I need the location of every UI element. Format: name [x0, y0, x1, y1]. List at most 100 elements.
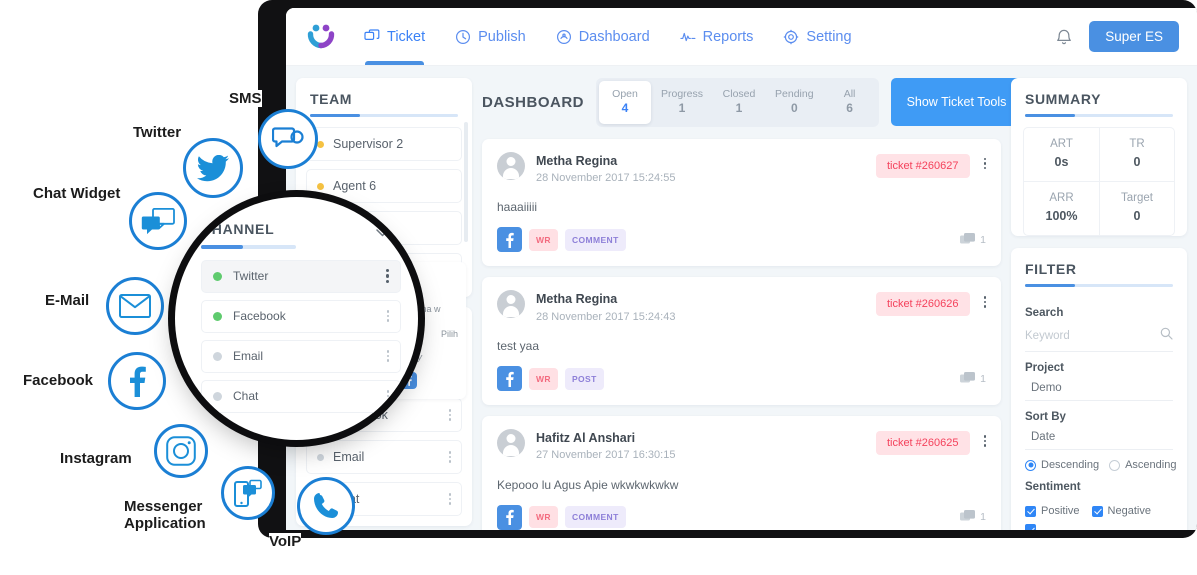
- magnified-channel-row-twitter[interactable]: Twitter: [201, 259, 401, 293]
- channel-menu-icon[interactable]: [386, 350, 389, 362]
- sentiment-label: Sentiment: [1025, 481, 1081, 493]
- summary-metric-art: ART 0s: [1024, 128, 1099, 181]
- status-tab-count: 6: [846, 101, 853, 116]
- ticket-id-badge[interactable]: ticket #260627: [875, 153, 970, 178]
- page-title: DASHBOARD: [482, 93, 584, 111]
- magnified-channel-row-email[interactable]: Email: [201, 339, 401, 373]
- nav-tab-reports[interactable]: Reports: [679, 8, 754, 65]
- project-field[interactable]: Demo: [1025, 379, 1173, 401]
- nav-tab-label: Reports: [702, 28, 754, 45]
- user-account-button[interactable]: Super ES: [1089, 21, 1179, 52]
- checkbox-label: Positive: [1041, 505, 1080, 517]
- smiley-logo[interactable]: [304, 20, 338, 54]
- chevron-down-icon[interactable]: [376, 224, 389, 237]
- status-dot-away: [317, 140, 324, 148]
- ticket-author-block: Metha Regina 28 November 2017 15:24:55: [536, 152, 675, 187]
- status-tab-count: 1: [735, 101, 743, 116]
- ticket-timestamp: 28 November 2017 15:24:43: [536, 310, 676, 323]
- ticket-menu-icon[interactable]: [983, 435, 986, 447]
- radio-descending[interactable]: Descending: [1025, 459, 1099, 471]
- channel-menu-icon[interactable]: [448, 409, 451, 421]
- ticket-comment-count: 1: [960, 371, 986, 386]
- facebook-icon[interactable]: [497, 366, 522, 392]
- checkbox-icon-checked: [1025, 524, 1036, 530]
- nav-tab-setting[interactable]: Setting: [783, 8, 852, 65]
- status-tab-pending[interactable]: Pending 0: [767, 81, 822, 124]
- callout-label-twitter: Twitter: [133, 124, 182, 142]
- messenger-icon[interactable]: [221, 466, 275, 520]
- ticket-tag-type[interactable]: POST: [564, 367, 604, 390]
- sort-by-field[interactable]: Date: [1025, 428, 1173, 450]
- channel-name: Email: [333, 450, 365, 464]
- channel-menu-icon[interactable]: [386, 390, 389, 402]
- instagram-icon[interactable]: [154, 424, 208, 478]
- nav-tab-dashboard[interactable]: Dashboard: [556, 8, 650, 65]
- status-dot-online: [213, 271, 222, 281]
- ticket-author: Metha Regina: [536, 292, 618, 307]
- facebook-icon[interactable]: [497, 227, 522, 253]
- channel-menu-icon[interactable]: [386, 310, 389, 322]
- radio-ascending[interactable]: Ascending: [1109, 459, 1176, 471]
- ticket-tag-priority[interactable]: WR: [529, 367, 558, 390]
- comment-count-value: 1: [980, 233, 986, 246]
- channel-menu-icon[interactable]: [448, 451, 451, 463]
- team-member-row[interactable]: Supervisor 2: [306, 127, 462, 161]
- chat-icon[interactable]: [129, 192, 187, 250]
- status-tab-open[interactable]: Open 4: [599, 81, 651, 124]
- facebook-icon[interactable]: [497, 504, 522, 530]
- sort-by-label: Sort By: [1025, 411, 1066, 423]
- team-member-row[interactable]: Agent 6: [306, 169, 462, 203]
- sms-icon[interactable]: [258, 109, 318, 169]
- bell-icon[interactable]: [1055, 27, 1073, 47]
- status-dot-offline: [317, 453, 324, 461]
- ticket-tag-type[interactable]: COMMENT: [564, 228, 626, 251]
- ticket-footer: WR POST 1: [497, 366, 986, 392]
- ticket-icon: [364, 28, 380, 45]
- nav-tab-publish[interactable]: Publish: [455, 8, 526, 65]
- ticket-author-block: Hafitz Al Anshari 27 November 2017 16:30…: [536, 429, 675, 464]
- status-dot-online: [213, 311, 222, 321]
- status-tab-progress[interactable]: Progress 1: [653, 81, 711, 124]
- top-navigation-bar: Ticket Publish Dashboard Reports Setting…: [286, 8, 1197, 66]
- facebook-icon[interactable]: [108, 352, 166, 410]
- status-tab-all[interactable]: All 6: [824, 81, 876, 124]
- twitter-icon[interactable]: [183, 138, 243, 198]
- checkbox-negative[interactable]: Negative: [1091, 505, 1151, 517]
- nav-items: Ticket Publish Dashboard Reports Setting: [364, 8, 852, 65]
- ticket-tag-priority[interactable]: WR: [529, 228, 558, 251]
- search-icon[interactable]: [1160, 327, 1173, 345]
- magnified-channel-row-facebook[interactable]: Facebook: [201, 299, 401, 333]
- ticket-menu-icon[interactable]: [983, 157, 986, 170]
- ticket-id-badge[interactable]: ticket #260625: [875, 431, 970, 456]
- comment-icon: [960, 510, 976, 521]
- checkbox-neutral-partial[interactable]: [1025, 524, 1036, 530]
- channel-menu-icon[interactable]: [385, 269, 389, 283]
- team-list-scrollbar[interactable]: [464, 122, 468, 242]
- show-ticket-tools-button[interactable]: Show Ticket Tools: [890, 78, 1023, 127]
- project-value: Demo: [1031, 382, 1062, 394]
- nav-tab-ticket[interactable]: Ticket: [364, 8, 425, 65]
- search-input[interactable]: [1025, 328, 1160, 344]
- magnified-channel-row-chat[interactable]: Chat: [201, 379, 401, 413]
- dashboard-header: DASHBOARD Open 4 Progress 1 Closed 1 Pen…: [482, 78, 1023, 127]
- channel-row-email[interactable]: Email: [306, 440, 462, 474]
- channel-name: Facebook: [233, 309, 286, 323]
- status-tab-closed[interactable]: Closed 1: [713, 81, 765, 124]
- email-icon[interactable]: [106, 277, 164, 335]
- ticket-card[interactable]: Metha Regina 28 November 2017 15:24:43 t…: [482, 277, 1001, 406]
- sort-direction-group: Descending Ascending: [1011, 450, 1187, 471]
- ticket-card[interactable]: Metha Regina 28 November 2017 15:24:55 t…: [482, 138, 1001, 267]
- callout-label-sms: SMS: [229, 90, 262, 108]
- ticket-tag-type[interactable]: COMMENT: [564, 506, 626, 529]
- ticket-tag-priority[interactable]: WR: [529, 506, 558, 529]
- sentiment-checkbox-group-cutoff: [1011, 517, 1187, 530]
- channel-menu-icon[interactable]: [448, 493, 451, 505]
- magnified-title-underline: [201, 245, 296, 249]
- phone-icon[interactable]: [297, 477, 355, 535]
- checkbox-positive[interactable]: Positive: [1025, 505, 1080, 517]
- ticket-menu-icon[interactable]: [983, 296, 986, 308]
- ticket-card[interactable]: Hafitz Al Anshari 27 November 2017 16:30…: [482, 416, 1001, 530]
- status-dot-offline: [213, 391, 222, 401]
- sort-by-value: Date: [1031, 431, 1056, 443]
- ticket-id-badge[interactable]: ticket #260626: [875, 292, 970, 317]
